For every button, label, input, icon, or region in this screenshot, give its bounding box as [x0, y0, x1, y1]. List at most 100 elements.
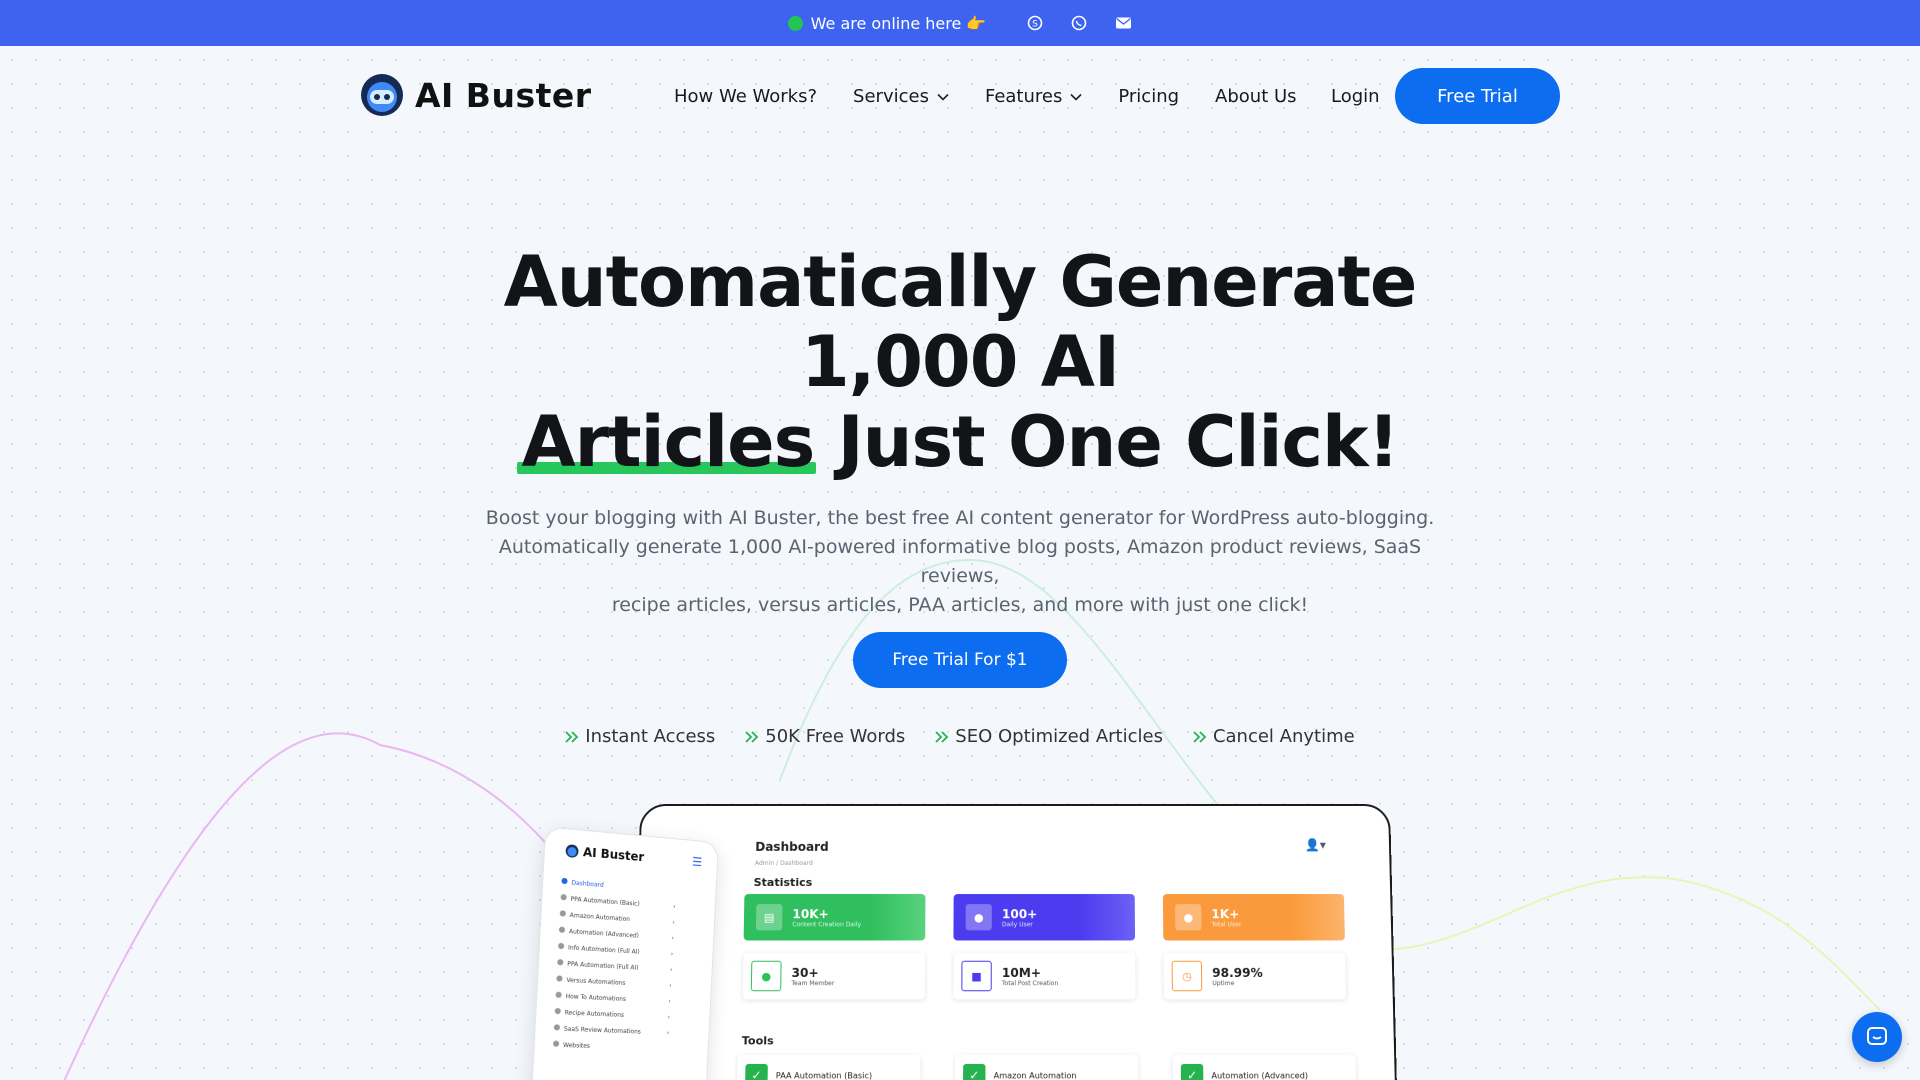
sidebar-item-label: Amazon Automation: [569, 911, 631, 924]
double-chevron-right-icon: [1193, 730, 1207, 743]
stat-value: 10M+: [1001, 965, 1041, 980]
statistics-heading: Statistics: [753, 875, 813, 890]
free-trial-cta-button[interactable]: Free Trial For $1: [853, 632, 1067, 688]
dashboard-title: Dashboard: [755, 839, 829, 854]
sidebar-nav: Dashboard PPA Automation (Basic) › Amazon…: [552, 874, 677, 1057]
stat-value: 100+: [1001, 906, 1038, 921]
stat-card-content-creation: ▤ 10K+ Content Creation Daily: [743, 894, 926, 941]
feature-item: SEO Optimized Articles: [935, 726, 1163, 747]
chevron-down-icon: [937, 93, 949, 101]
online-text: We are online here 👉: [810, 13, 987, 33]
whatsapp-icon[interactable]: [1070, 14, 1088, 32]
stat-card-uptime: ◷ 98.99% Uptime: [1163, 952, 1347, 1000]
sidebar-item-label: Dashboard: [571, 879, 604, 890]
tool-card[interactable]: ✓ Automation (Advanced): [1172, 1054, 1357, 1080]
hero-title-line1: Automatically Generate: [503, 241, 1418, 323]
document-icon: ▤: [755, 904, 783, 931]
dashboard-mockup: Dashboard Admin / Dashboard 👤▾ Statistic…: [632, 804, 1398, 1080]
check-icon: ✓: [1180, 1063, 1204, 1080]
site-header: AI Buster How We Works? Services Feature…: [0, 46, 1920, 146]
double-chevron-right-icon: [565, 730, 579, 743]
sidebar-item-websites[interactable]: Websites: [552, 1036, 669, 1056]
chat-widget-button[interactable]: [1852, 1012, 1902, 1062]
dashboard-screen: Dashboard Admin / Dashboard 👤▾ Statistic…: [635, 806, 1396, 1080]
tool-card[interactable]: ✓ PAA Automation (Basic): [736, 1054, 921, 1080]
feature-label: Instant Access: [585, 726, 716, 747]
nav-about-us[interactable]: About Us: [1215, 86, 1297, 107]
sidebar-item-label: Recipe Automations: [564, 1009, 625, 1019]
feature-item: Instant Access: [565, 726, 715, 747]
tool-label: Amazon Automation: [993, 1070, 1077, 1080]
sidebar-logo: AI Buster: [565, 843, 645, 865]
chevron-right-icon: ›: [669, 965, 673, 973]
chevron-right-icon: ›: [668, 997, 671, 1005]
double-chevron-right-icon: [745, 730, 759, 743]
sidebar-item-label: PPA Automation (Full AI): [567, 960, 639, 972]
main-nav: How We Works? Services Features Pricing …: [674, 86, 1297, 107]
tool-label: PAA Automation (Basic): [775, 1070, 873, 1080]
mail-icon[interactable]: [1114, 14, 1132, 32]
svg-text:S: S: [1033, 20, 1039, 30]
clock-icon: ◷: [1171, 960, 1203, 992]
hero-title: Automatically Generate 1,000 AI Articles…: [400, 242, 1520, 482]
site-logo[interactable]: AI Buster: [359, 72, 592, 118]
sidebar-item-label: Websites: [562, 1041, 591, 1050]
hero-title-line2: 1,000 AI: [800, 321, 1120, 403]
stat-card-daily-user: ● 100+ Daily User: [953, 894, 1136, 941]
nav-services[interactable]: Services: [853, 86, 949, 107]
sidebar-item-label: Versus Automations: [566, 976, 626, 987]
logo-text: AI Buster: [415, 75, 592, 115]
chevron-right-icon: ›: [670, 950, 674, 958]
sidebar-item-label: How To Automations: [565, 993, 627, 1003]
nav-label: Pricing: [1118, 86, 1180, 107]
tool-card[interactable]: ✓ Amazon Automation: [954, 1054, 1139, 1080]
hero-subtitle: Boost your blogging with AI Buster, the …: [460, 504, 1460, 620]
check-icon: ✓: [963, 1063, 986, 1080]
stat-value: 1K+: [1211, 906, 1240, 921]
stat-card-total-user: ● 1K+ Total User: [1162, 894, 1345, 941]
chevron-right-icon: ›: [666, 1029, 670, 1037]
feature-label: Cancel Anytime: [1212, 726, 1355, 747]
team-icon: ●: [750, 960, 782, 992]
chevron-right-icon: ›: [673, 902, 676, 910]
hero-title-line3: Just One Click!: [814, 401, 1400, 483]
stat-card-total-post: ■ 10M+ Total Post Creation: [953, 952, 1136, 1000]
sidebar-item-label: SaaS Review Automations: [563, 1025, 641, 1036]
chevron-right-icon: ›: [672, 918, 675, 926]
feature-list: Instant Access 50K Free Words SEO Optimi…: [0, 726, 1920, 747]
post-icon: ■: [961, 960, 992, 992]
online-dot-icon: [787, 15, 803, 31]
stat-label: Total User: [1211, 920, 1242, 928]
stat-card-team-member: ● 30+ Team Member: [742, 952, 926, 1000]
stat-label: Team Member: [791, 979, 835, 987]
stat-value: 98.99%: [1212, 965, 1263, 980]
stat-value: 30+: [791, 965, 819, 980]
tools-heading: Tools: [741, 1034, 774, 1048]
skype-icon[interactable]: S: [1026, 14, 1044, 32]
free-trial-button[interactable]: Free Trial: [1395, 68, 1560, 124]
sidebar-logo-text: AI Buster: [582, 844, 645, 865]
chevron-right-icon: ›: [667, 1013, 671, 1021]
stat-label: Uptime: [1212, 979, 1235, 987]
nav-label: Features: [984, 86, 1063, 107]
sidebar-item-label: Automation (Advanced): [568, 928, 639, 940]
feature-item: Cancel Anytime: [1193, 726, 1355, 747]
login-link[interactable]: Login: [1331, 86, 1380, 107]
hero-subtitle-line: recipe articles, versus articles, PAA ar…: [611, 594, 1309, 616]
user-menu-icon: 👤▾: [1304, 837, 1326, 852]
nav-label: About Us: [1215, 86, 1297, 107]
sidebar-item-label: Info Automation (Full AI): [567, 944, 640, 956]
hero-subtitle-line: Boost your blogging with AI Buster, the …: [485, 507, 1435, 529]
top-announcement-bar: We are online here 👉 S: [0, 0, 1920, 46]
chevron-right-icon: ›: [671, 934, 675, 942]
nav-pricing[interactable]: Pricing: [1118, 86, 1179, 107]
nav-features[interactable]: Features: [985, 86, 1082, 107]
nav-how-we-works[interactable]: How We Works?: [674, 86, 817, 107]
users-icon: ●: [1175, 904, 1202, 931]
stat-label: Total Post Creation: [1001, 979, 1059, 987]
sidebar-mockup: AI Buster ☰ Dashboard PPA Automation (Ba…: [530, 826, 719, 1080]
sidebar-item-label: PPA Automation (Basic): [570, 895, 640, 908]
chevron-down-icon: [1070, 93, 1082, 101]
hamburger-menu-icon[interactable]: ☰: [692, 855, 703, 870]
stat-label: Daily User: [1001, 920, 1033, 928]
